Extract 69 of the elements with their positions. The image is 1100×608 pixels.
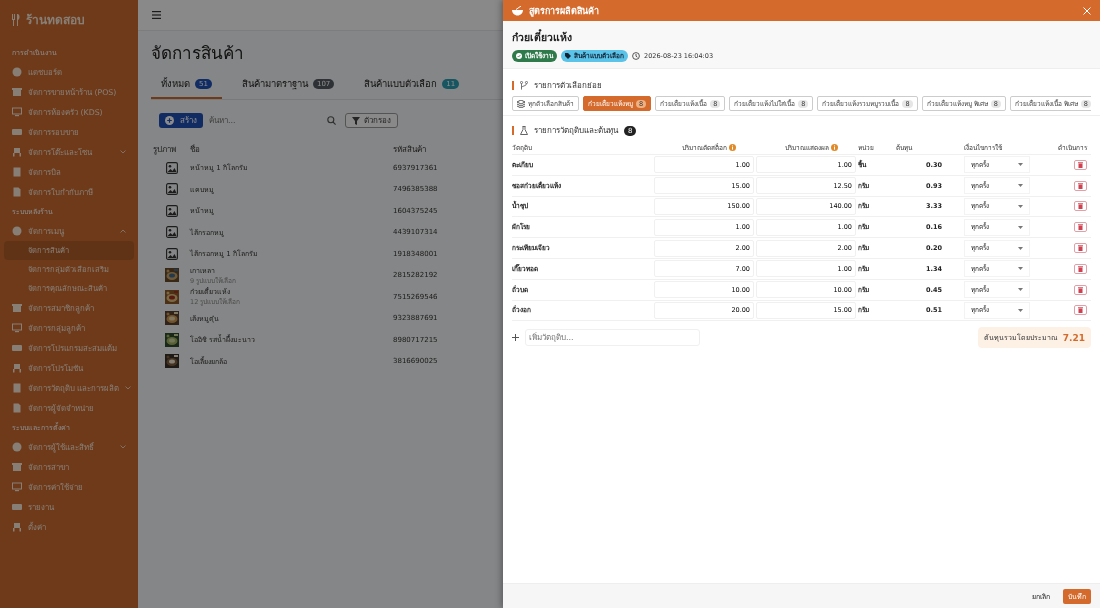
trash-icon bbox=[1078, 245, 1083, 252]
tag-icon bbox=[565, 53, 571, 59]
image-icon bbox=[165, 226, 178, 239]
image-icon bbox=[165, 161, 178, 174]
menu-icon bbox=[152, 11, 161, 19]
clock-icon bbox=[632, 52, 640, 60]
filter-button[interactable]: ตัวกรอง bbox=[345, 113, 398, 128]
delete-button[interactable] bbox=[1074, 284, 1087, 295]
trash-icon bbox=[1078, 265, 1083, 272]
chair-icon bbox=[12, 522, 22, 532]
column-header: รหัสสินค้า bbox=[393, 143, 427, 156]
delete-button[interactable] bbox=[1074, 222, 1087, 233]
delete-button[interactable] bbox=[1074, 305, 1087, 316]
document-icon bbox=[12, 187, 22, 197]
delete-button[interactable] bbox=[1074, 243, 1087, 254]
chair-icon bbox=[12, 147, 22, 157]
delete-button[interactable] bbox=[1074, 263, 1087, 274]
trash-icon bbox=[1078, 182, 1083, 189]
document-icon bbox=[12, 403, 22, 413]
product-title: ก๋วยเตี๋ยวแห้ง bbox=[512, 29, 573, 45]
delete-button[interactable] bbox=[1074, 159, 1087, 170]
caret-icon bbox=[1018, 308, 1023, 312]
image-icon bbox=[165, 204, 178, 217]
plus-icon bbox=[512, 334, 519, 342]
caret-icon bbox=[1018, 184, 1023, 188]
monitor-icon bbox=[12, 482, 22, 492]
section-title: รายการตัวเลือกย่อย bbox=[534, 80, 602, 92]
info-icon bbox=[729, 144, 736, 151]
bowl-icon bbox=[512, 5, 523, 16]
total-value: 7.21 bbox=[1062, 332, 1085, 343]
search-field[interactable]: ค้นหา... bbox=[209, 116, 327, 125]
caret-icon bbox=[1018, 246, 1023, 250]
page-title: จัดการสินค้า bbox=[151, 42, 244, 65]
caret-icon bbox=[1018, 288, 1023, 292]
trash-icon bbox=[1078, 203, 1083, 210]
store-name: ร้านทดสอบ bbox=[26, 12, 85, 29]
trash-icon bbox=[1078, 286, 1083, 293]
create-button[interactable]: สร้าง bbox=[159, 113, 203, 128]
caret-icon bbox=[1018, 205, 1023, 208]
monitor-icon bbox=[12, 323, 22, 333]
branch-icon bbox=[520, 81, 528, 90]
trash-icon bbox=[1078, 224, 1083, 231]
delete-button[interactable] bbox=[1074, 201, 1087, 212]
monitor-icon bbox=[12, 107, 22, 117]
layers-icon bbox=[517, 99, 525, 108]
drawer-title: สูตรการผลิตสินค้า bbox=[529, 4, 600, 18]
check-circle-icon bbox=[516, 53, 522, 59]
trash-icon bbox=[1078, 307, 1083, 314]
trash-icon bbox=[1078, 161, 1083, 168]
caret-icon bbox=[1018, 225, 1023, 229]
delete-button[interactable] bbox=[1074, 180, 1087, 191]
plus-circle-icon bbox=[165, 116, 174, 125]
add-ingredient-field[interactable]: เพิ่มวัตถุดิบ... bbox=[525, 329, 700, 347]
caret-icon bbox=[1018, 267, 1023, 271]
utensils-icon bbox=[11, 13, 21, 26]
chair-icon bbox=[12, 363, 22, 373]
column-header: ชื่อ bbox=[190, 143, 201, 156]
section-title: รายการวัตถุดิบและต้นทุน bbox=[534, 125, 618, 137]
image-icon bbox=[165, 183, 178, 196]
accent-bar bbox=[512, 126, 514, 135]
filter-icon bbox=[352, 116, 360, 125]
caret-icon bbox=[1018, 163, 1023, 167]
accent-bar bbox=[512, 81, 514, 90]
search-icon bbox=[327, 116, 336, 125]
image-icon bbox=[165, 247, 178, 260]
column-header: รูปภาพ bbox=[153, 143, 177, 156]
flask-icon bbox=[520, 126, 528, 135]
close-icon[interactable] bbox=[1083, 6, 1091, 15]
info-icon bbox=[831, 144, 838, 151]
